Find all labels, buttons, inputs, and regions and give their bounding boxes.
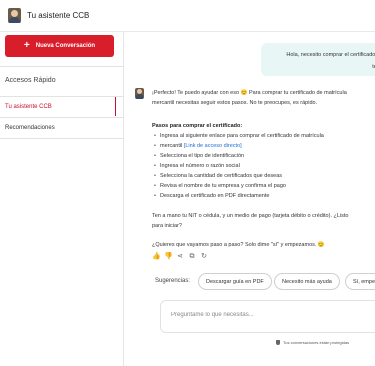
plus-icon: +	[23, 40, 30, 51]
bot-intro-line: mercantil necesitas seguir estos pasos. …	[152, 100, 318, 106]
sidebar-item-label: Recomendaciones	[5, 124, 55, 131]
shield-icon	[276, 340, 280, 345]
sidebar-divider	[0, 66, 124, 67]
privacy-note: Tus conversaciones están protegidas	[276, 340, 349, 345]
steps-list: Ingresa al siguiente enlace para comprar…	[154, 131, 374, 201]
suggestion-chip-ayuda[interactable]: Necesito más ayuda	[274, 273, 340, 290]
thumbs-down-icon[interactable]: 👎	[164, 253, 173, 261]
bot-intro-line: ¡Perfecto! Te puedo ayudar con eso 😊 Par…	[152, 90, 347, 96]
list-item: Descarga el certificado en PDF directame…	[154, 191, 374, 201]
app-title: Tu asistente CCB	[27, 11, 90, 20]
bot-closing-line: ¿Quieres que vayamos paso a paso? Solo d…	[152, 242, 325, 248]
step-text: Ingresa al siguiente enlace para comprar…	[160, 133, 324, 139]
message-actions: 👍 👎 ⋖ ⧉ ↻	[152, 253, 208, 261]
bot-requirements-line: para iniciar?	[152, 223, 182, 229]
new-conversation-label: Nueva Conversación	[35, 43, 96, 49]
user-message-line: teng	[372, 64, 375, 70]
top-bar: Tu asistente CCB	[0, 0, 375, 32]
active-indicator	[114, 97, 116, 116]
bot-requirements-line: Ten a mano tu NIT o cédula, y un medio d…	[152, 213, 349, 219]
message-input[interactable]	[171, 312, 371, 318]
list-item-continuation: mercantil [Link de acceso directo]	[154, 141, 374, 151]
new-conversation-button[interactable]: + Nueva Conversación	[5, 35, 114, 57]
share-icon[interactable]: ⋖	[176, 253, 184, 261]
steps-title: Pasos para comprar el certificado:	[152, 123, 243, 129]
sidebar-item-label: Tu asistente CCB	[5, 103, 52, 110]
sidebar-item-tu-asistente[interactable]: Tu asistente CCB	[0, 97, 116, 116]
user-message-bubble: Hola, necesito comprar el certificado de…	[261, 43, 375, 76]
list-item: Ingresa al siguiente enlace para comprar…	[154, 131, 374, 141]
list-item: Selecciona el tipo de identificación	[154, 151, 374, 161]
message-input-box[interactable]	[160, 300, 375, 333]
thumbs-up-icon[interactable]: 👍	[152, 253, 161, 261]
chat-area: Hola, necesito comprar el certificado de…	[124, 32, 375, 366]
copy-icon[interactable]: ⧉	[188, 253, 196, 261]
suggestions-label: Sugerencias:	[155, 278, 191, 284]
direct-access-link[interactable]: [Link de acceso directo]	[184, 143, 242, 149]
sidebar: + Nueva Conversación Accesos Rápido Tu a…	[0, 32, 124, 366]
bot-avatar	[135, 88, 144, 99]
list-item: Ingresa el número o razón social	[154, 161, 374, 171]
list-item: Selecciona la cantidad de certificados q…	[154, 171, 374, 181]
sidebar-item-recomendaciones[interactable]: Recomendaciones	[0, 118, 116, 137]
sidebar-divider	[0, 138, 124, 139]
assistant-logo	[8, 8, 21, 23]
section-title: Accesos Rápido	[5, 77, 56, 84]
list-item: Revisa el nombre de tu empresa y confirm…	[154, 181, 374, 191]
suggestion-chip-descargar[interactable]: Descargar guía en PDF	[198, 273, 272, 290]
privacy-text: Tus conversaciones están protegidas	[283, 340, 350, 345]
refresh-icon[interactable]: ↻	[200, 253, 208, 261]
user-message-line: Hola, necesito comprar el certificado de	[286, 52, 375, 58]
suggestion-chip-si[interactable]: Sí, empec	[345, 273, 375, 290]
step-text: mercantil	[160, 143, 183, 149]
